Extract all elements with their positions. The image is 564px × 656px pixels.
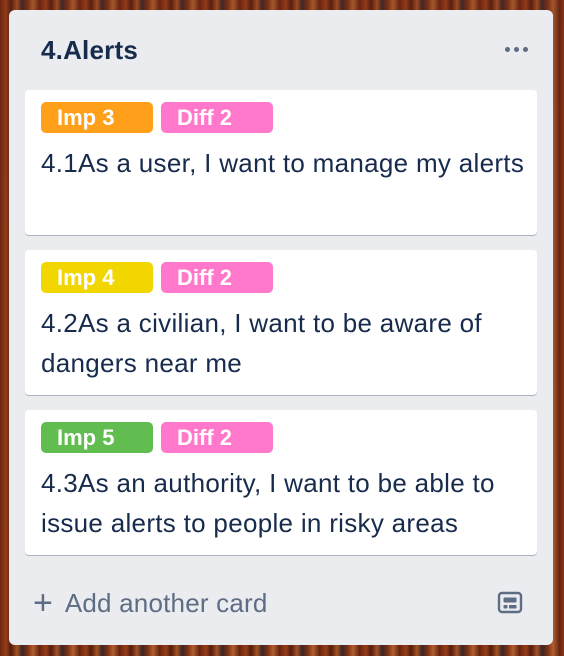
label-difficulty[interactable]: Diff 2 (161, 262, 273, 293)
card-labels: Imp 3 Diff 2 (41, 102, 273, 133)
card-labels: Imp 5 Diff 2 (41, 422, 273, 453)
ellipsis-dot (513, 46, 519, 52)
list-alerts: 4.Alerts Imp 3 Diff 2 4.1As a user, I wa… (9, 10, 553, 645)
label-importance[interactable]: Imp 3 (41, 102, 153, 133)
label-importance[interactable]: Imp 5 (41, 422, 153, 453)
list-menu-button[interactable] (499, 36, 533, 62)
ellipsis-icon (504, 46, 510, 52)
ellipsis-dot (522, 46, 528, 52)
card-template-button[interactable] (495, 588, 525, 618)
add-card-label: Add another card (64, 587, 268, 618)
card-title: 4.3As an authority, I want to be able to… (41, 468, 495, 538)
label-difficulty[interactable]: Diff 2 (161, 422, 273, 453)
card-title: 4.2As a civilian, I want to be aware of … (41, 308, 482, 378)
label-importance[interactable]: Imp 4 (41, 262, 153, 293)
card-title: 4.1As a user, I want to manage my alerts (41, 148, 525, 178)
list-title[interactable]: 4.Alerts (41, 35, 138, 66)
card-4-2[interactable]: Imp 4 Diff 2 4.2As a civilian, I want to… (25, 250, 537, 395)
add-card-button[interactable]: + Add another card (33, 582, 268, 624)
card-labels: Imp 4 Diff 2 (41, 262, 273, 293)
card-4-1[interactable]: Imp 3 Diff 2 4.1As a user, I want to man… (25, 90, 537, 235)
list-header: 4.Alerts (9, 10, 553, 90)
label-difficulty[interactable]: Diff 2 (161, 102, 273, 133)
card-4-3[interactable]: Imp 5 Diff 2 4.3As an authority, I want … (25, 410, 537, 555)
plus-icon: + (33, 584, 53, 622)
card-template-icon (497, 591, 523, 614)
